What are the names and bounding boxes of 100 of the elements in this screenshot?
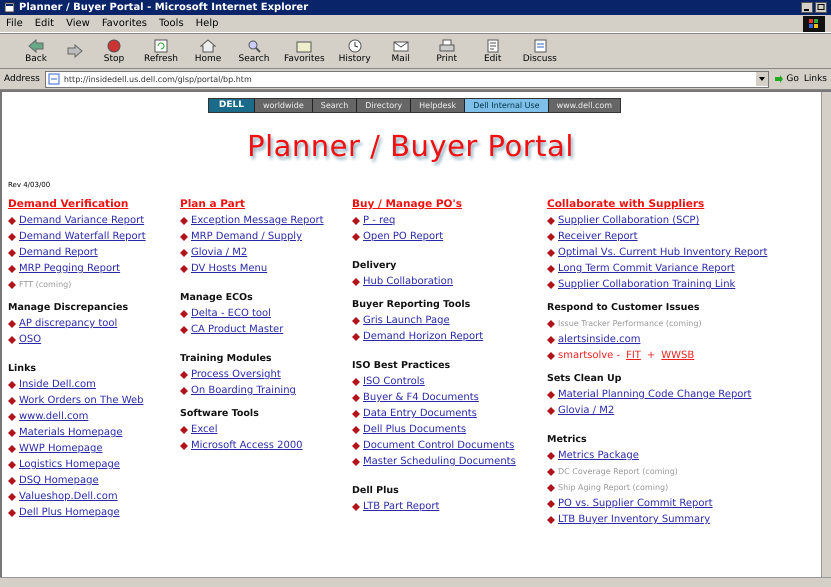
toolbar-button[interactable]: Back [16, 37, 56, 65]
link[interactable]: WWP Homepage [19, 441, 102, 457]
link[interactable]: LTB Buyer Inventory Summary [558, 512, 710, 528]
link[interactable]: Master Scheduling Documents [363, 454, 516, 470]
toolbar-button[interactable]: Home [188, 37, 228, 65]
minimize-icon[interactable] [801, 2, 813, 13]
link[interactable]: FIT [626, 348, 641, 364]
section-link[interactable]: Plan a Part [180, 196, 352, 213]
toolbar-button[interactable]: Favorites [280, 37, 329, 65]
link[interactable]: Optimal Vs. Current Hub Inventory Report [558, 245, 768, 261]
menu-item[interactable]: Favorites [102, 18, 148, 29]
link[interactable]: MRP Pegging Report [19, 261, 120, 277]
bullet-icon [547, 249, 555, 257]
toolbar-button[interactable]: Mail [380, 37, 421, 65]
nav-tab[interactable]: worldwide [254, 99, 312, 112]
bullet-icon [547, 281, 555, 289]
history-icon [346, 38, 364, 54]
nav-tab[interactable]: Search [312, 99, 356, 112]
link[interactable]: Delta - ECO tool [191, 306, 271, 322]
link[interactable]: Glovia / M2 [558, 403, 614, 419]
link[interactable]: Supplier Collaboration (SCP) [558, 213, 700, 229]
link[interactable]: Glovia / M2 [191, 245, 248, 261]
link[interactable]: Data Entry Documents [363, 406, 477, 422]
maximize-icon[interactable] [815, 2, 827, 13]
toolbar-button[interactable]: Discuss [518, 37, 561, 65]
nav-tab[interactable]: Directory [356, 99, 410, 112]
menu-item[interactable]: Tools [159, 18, 184, 29]
bullet-icon [547, 352, 555, 360]
scrollbar[interactable] [821, 92, 831, 577]
link[interactable]: Exception Message Report [191, 213, 324, 229]
link[interactable]: Hub Collaboration [363, 274, 454, 290]
link[interactable]: On Boarding Training [191, 383, 296, 399]
link[interactable]: Work Orders on The Web [19, 393, 144, 409]
link[interactable]: DV Hosts Menu [191, 261, 268, 277]
section-link[interactable]: Buy / Manage PO's [352, 196, 547, 213]
link[interactable]: P - req [363, 213, 396, 229]
link[interactable]: PO vs. Supplier Commit Report [558, 496, 713, 512]
section-link[interactable]: Collaborate with Suppliers [547, 196, 813, 213]
nav-tab[interactable]: www.dell.com [548, 99, 620, 112]
link[interactable]: Buyer & F4 Documents [363, 390, 479, 406]
page-title: Planner / Buyer Portal [246, 129, 575, 163]
link[interactable]: Process Oversight [191, 367, 281, 383]
link[interactable]: WWSB [661, 348, 694, 364]
bullet-icon [547, 233, 555, 241]
link[interactable]: Demand Horizon Report [363, 329, 484, 345]
menu-item[interactable]: Edit [34, 18, 54, 29]
link[interactable]: Receiver Report [558, 229, 638, 245]
link[interactable]: Excel [191, 422, 218, 438]
link[interactable]: CA Product Master [191, 322, 284, 338]
bullet-icon [180, 217, 188, 225]
link[interactable]: Demand Report [19, 245, 98, 261]
section-link[interactable]: Demand Verification [8, 196, 180, 213]
toolbar-button[interactable]: History [334, 37, 375, 65]
link[interactable]: Dell Plus Homepage [19, 505, 120, 521]
link[interactable]: Materials Homepage [19, 425, 123, 441]
link[interactable]: Valueshop.Dell.com [19, 489, 118, 505]
bullet-icon [352, 317, 360, 325]
links-button[interactable]: Links [804, 74, 827, 84]
link[interactable]: Metrics Package [558, 448, 639, 464]
link[interactable]: LTB Part Report [363, 499, 440, 515]
toolbar-button[interactable]: Edit [472, 37, 513, 65]
menu-item[interactable]: View [66, 18, 90, 29]
link[interactable]: Dell Plus Documents [363, 422, 466, 438]
section-heading: Respond to Customer Issues [547, 301, 700, 315]
link[interactable]: Demand Waterfall Report [19, 229, 146, 245]
toolbar-button[interactable]: Print [426, 37, 467, 65]
link[interactable]: Logistics Homepage [19, 457, 120, 473]
toolbar-button[interactable]: Search [234, 37, 274, 65]
bullet-icon [547, 407, 555, 415]
link[interactable]: DSQ Homepage [19, 473, 99, 489]
menu-item[interactable]: Help [196, 18, 218, 29]
link[interactable]: www.dell.com [19, 409, 88, 425]
link[interactable]: Demand Variance Report [19, 213, 144, 229]
link[interactable]: AP discrepancy tool [19, 316, 118, 332]
toolbar-button[interactable]: Stop [94, 37, 134, 65]
section-heading: Buyer Reporting Tools [352, 298, 472, 312]
bullet-icon [180, 326, 188, 334]
link[interactable]: Microsoft Access 2000 [191, 438, 303, 454]
section-heading: Software Tools [180, 407, 260, 421]
link[interactable]: ISO Controls [363, 374, 425, 390]
link[interactable]: Gris Launch Page [363, 313, 450, 329]
menu-item[interactable]: File [6, 18, 23, 29]
link[interactable]: Inside Dell.com [19, 377, 96, 393]
link[interactable]: Document Control Documents [363, 438, 514, 454]
logo[interactable]: DELL [208, 99, 254, 112]
link[interactable]: alertsinside.com [558, 332, 640, 348]
nav-tab[interactable]: Helpdesk [410, 99, 464, 112]
nav-tab[interactable]: Dell Internal Use [464, 99, 548, 112]
link[interactable]: MRP Demand / Supply [191, 229, 302, 245]
link[interactable]: OSO [19, 332, 42, 348]
address-field[interactable]: http://insidedell.us.dell.com/glsp/portal/bp.htm [44, 70, 770, 88]
link[interactable]: Open PO Report [363, 229, 444, 245]
go-button[interactable]: Go [774, 74, 799, 84]
item-label: Ship Aging Report (coming) [558, 482, 668, 494]
section-heading: Training Modules [180, 352, 273, 366]
link[interactable]: Material Planning Code Change Report [558, 387, 752, 403]
bullet-icon [8, 336, 16, 344]
toolbar-button[interactable]: Refresh [140, 37, 182, 65]
link[interactable]: Long Term Commit Variance Report [558, 261, 735, 277]
link[interactable]: Supplier Collaboration Training Link [558, 277, 736, 293]
